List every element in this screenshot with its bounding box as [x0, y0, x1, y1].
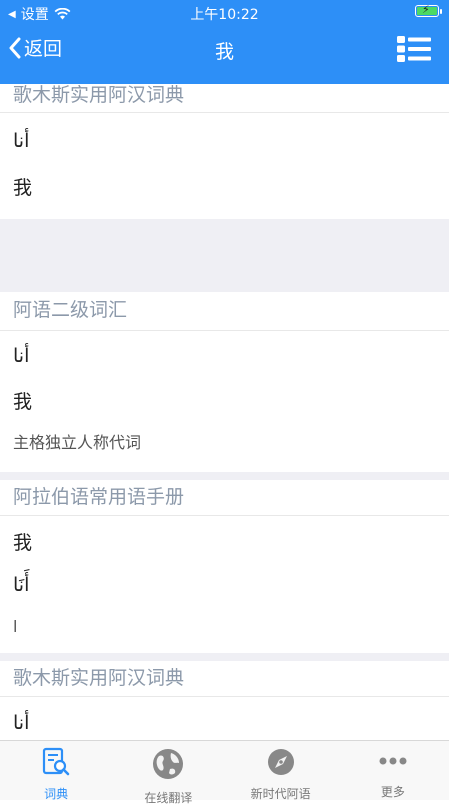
battery-icon: ⚡: [415, 3, 442, 17]
grammar-note[interactable]: 主格独立人称代词: [0, 432, 449, 454]
tab-bar: 词典 在线翻译 新时代阿语 更多: [0, 740, 449, 805]
compass-icon: [267, 749, 294, 775]
section-gap: [0, 219, 449, 292]
chinese-meaning[interactable]: 我: [0, 389, 449, 415]
dictionary-search-icon: [43, 747, 70, 776]
tab-more[interactable]: 更多: [337, 741, 449, 800]
status-time: 上午10:22: [190, 7, 259, 23]
arabic-phrase[interactable]: أَنَا: [0, 572, 449, 598]
navigation-bar: 返回 我: [0, 24, 449, 76]
chinese-phrase[interactable]: 我: [0, 530, 449, 556]
section-header: 阿拉伯语常用语手册: [0, 480, 449, 516]
tab-dictionary[interactable]: 词典: [0, 741, 112, 801]
tab-online-translate[interactable]: 在线翻译: [112, 741, 224, 805]
list-menu-icon[interactable]: [397, 36, 431, 62]
section-divider: [0, 472, 449, 480]
tab-new-era-arabic[interactable]: 新时代阿语: [225, 741, 337, 801]
globe-icon: [153, 749, 184, 779]
tab-label: 更多: [380, 785, 405, 799]
section-header: 阿语二级词汇: [0, 292, 449, 331]
phrase-extra[interactable]: ا: [0, 616, 449, 638]
arabic-word[interactable]: أنا: [0, 129, 449, 153]
top-bar: ◀ 设置 上午10:22 ⚡ 返回 我: [0, 0, 449, 84]
more-dots-icon: [379, 757, 407, 765]
results-list[interactable]: 歌木斯实用阿汉词典 أنا 我 阿语二级词汇 أنا 我 主格独立人称代词 阿拉…: [0, 84, 449, 740]
tab-label: 在线翻译: [144, 791, 193, 805]
status-bar: ◀ 设置 上午10:22 ⚡: [0, 0, 449, 24]
section-header: 歌木斯实用阿汉词典: [0, 84, 449, 113]
chinese-meaning[interactable]: 我: [0, 175, 449, 201]
tab-label: 词典: [44, 787, 69, 801]
page-title: 我: [214, 41, 234, 63]
section-divider: [0, 653, 449, 661]
arabic-word[interactable]: أنا: [0, 344, 449, 368]
arabic-word[interactable]: أنا: [0, 711, 449, 735]
tab-label: 新时代阿语: [250, 787, 311, 801]
section-header: 歌木斯实用阿汉词典: [0, 661, 449, 697]
